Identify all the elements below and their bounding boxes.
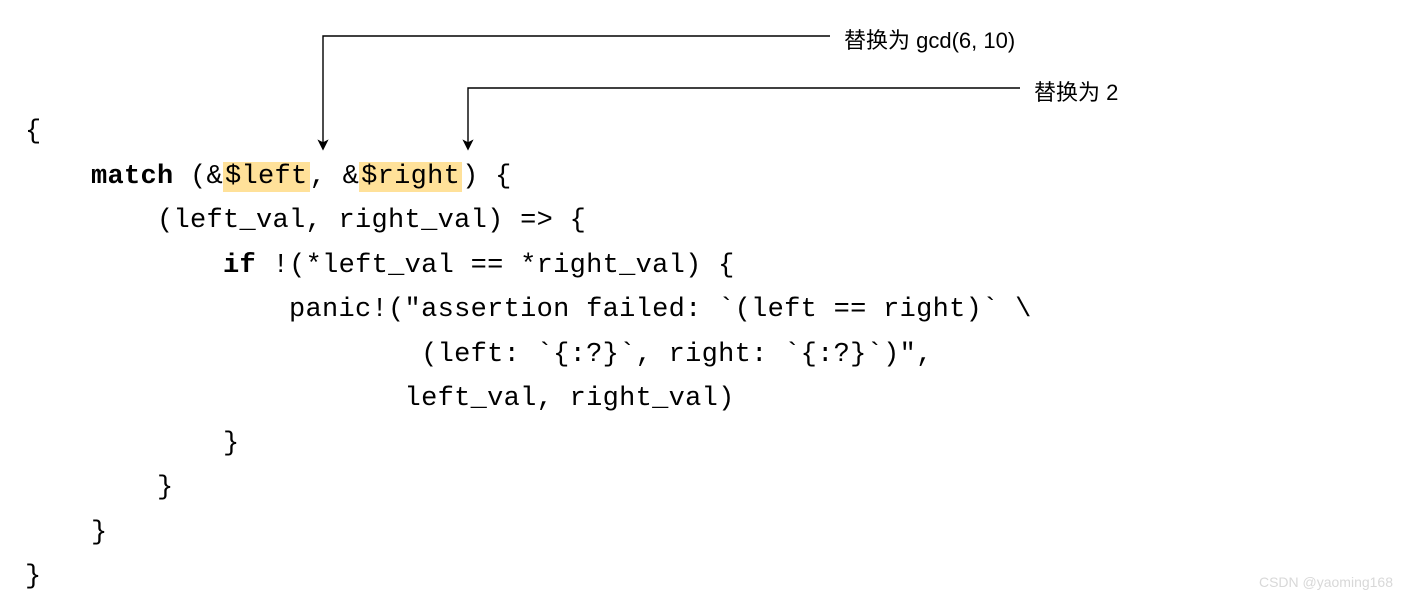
kw-match: match [91, 162, 174, 192]
annotation-left: 替换为 gcd(6, 10) [844, 23, 1015, 55]
comma-amp: , & [310, 162, 360, 192]
open-paren-amp: (& [174, 162, 224, 192]
code-line-10: } [25, 518, 108, 548]
code-line-4-pre [25, 251, 223, 281]
code-line-5: panic!("assertion failed: `(left == righ… [25, 295, 1032, 325]
annotation-right: 替换为 2 [1034, 75, 1118, 107]
watermark: CSDN @yaoming168 [1259, 574, 1393, 590]
brace-open: { [25, 117, 42, 147]
indent [25, 162, 91, 192]
brace-close: } [25, 562, 42, 592]
code-line-9: } [25, 473, 174, 503]
kw-if: if [223, 251, 256, 281]
macro-var-left: $left [223, 162, 310, 192]
code-line-7: left_val, right_val) [25, 384, 735, 414]
code-line-6: (left: `{:?}`, right: `{:?}`)", [25, 340, 933, 370]
code-line-4-post: !(*left_val == *right_val) { [256, 251, 735, 281]
code-line-8: } [25, 429, 240, 459]
close-paren-brace: ) { [462, 162, 512, 192]
code-block: { match (&$left, &$right) { (left_val, r… [25, 110, 1032, 600]
code-line-3: (left_val, right_val) => { [25, 206, 586, 236]
macro-var-right: $right [359, 162, 462, 192]
